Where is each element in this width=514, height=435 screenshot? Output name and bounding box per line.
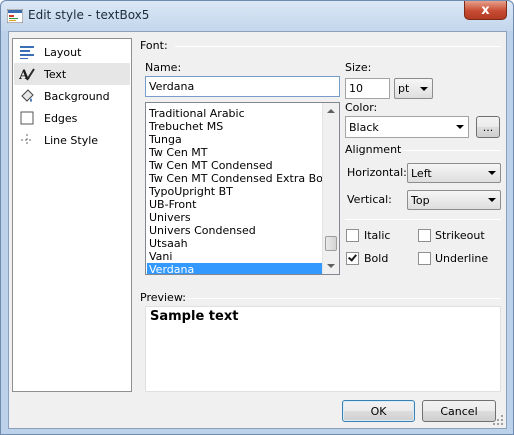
- font-list-scrollbar[interactable]: [322, 103, 339, 274]
- list-item[interactable]: TypoUpright BT: [147, 185, 323, 198]
- size-label: Size:: [345, 61, 372, 74]
- preview-area: Sample text: [145, 306, 501, 392]
- size-unit-select[interactable]: pt: [394, 78, 433, 99]
- preview-text: Sample text: [150, 309, 239, 324]
- color-picker-label: ...: [482, 120, 494, 134]
- title-bar[interactable]: Edit style - textBox5 x: [1, 1, 513, 31]
- strikeout-checkbox[interactable]: [418, 229, 431, 242]
- font-group-label: Font:: [140, 39, 168, 52]
- dialog-window: Edit style - textBox5 x Layout A Text Ba…: [0, 0, 514, 435]
- font-list[interactable]: Traditional Arabic Trebuchet MS Tunga Tw…: [145, 102, 340, 275]
- italic-checkbox[interactable]: [346, 229, 359, 242]
- line-style-icon: [19, 132, 35, 148]
- nav-item-background[interactable]: Background: [14, 85, 130, 107]
- chevron-down-icon: [456, 125, 464, 129]
- underline-checkbox[interactable]: [418, 252, 431, 265]
- list-item[interactable]: Tw Cen MT Condensed Extra Bold: [147, 172, 333, 185]
- vertical-value: Top: [411, 193, 430, 207]
- list-item[interactable]: Traditional Arabic: [147, 107, 323, 120]
- list-item[interactable]: Utsaah: [147, 237, 323, 250]
- bold-label[interactable]: Bold: [364, 252, 388, 265]
- window-title: Edit style - textBox5: [28, 8, 150, 22]
- nav-label-line-style: Line Style: [44, 133, 99, 147]
- style-divider: [345, 219, 501, 220]
- layout-icon: [19, 44, 35, 60]
- nav-label-background: Background: [44, 89, 110, 103]
- background-icon: [19, 88, 35, 104]
- preview-divider: [184, 298, 501, 299]
- horizontal-alignment-select[interactable]: Left: [407, 163, 501, 183]
- chevron-down-icon: [488, 198, 496, 202]
- color-value: Black: [349, 120, 379, 134]
- ok-button[interactable]: OK: [342, 400, 415, 422]
- scroll-down-icon[interactable]: [327, 264, 335, 268]
- scroll-thumb[interactable]: [325, 236, 337, 251]
- font-group-divider: [175, 46, 501, 47]
- vertical-alignment-select[interactable]: Top: [407, 190, 501, 210]
- app-icon: [6, 8, 24, 24]
- nav-item-text[interactable]: A Text: [14, 63, 130, 85]
- dialog-client: Layout A Text Background Edges Line Styl…: [8, 31, 507, 429]
- checkmark-icon: [348, 252, 357, 262]
- font-size-input[interactable]: 10: [345, 78, 390, 99]
- size-unit-value: pt: [398, 82, 410, 95]
- list-item[interactable]: Tunga: [147, 133, 323, 146]
- nav-item-line-style[interactable]: Line Style: [14, 129, 130, 151]
- chevron-down-icon: [488, 171, 496, 175]
- resize-grip-icon[interactable]: [493, 415, 504, 426]
- text-icon: A: [18, 66, 35, 83]
- color-label: Color:: [345, 101, 378, 114]
- strikeout-label[interactable]: Strikeout: [435, 229, 485, 242]
- alignment-group-label: Alignment: [345, 143, 402, 156]
- alignment-divider: [399, 150, 501, 151]
- edges-icon: [19, 110, 35, 126]
- list-item[interactable]: Vani: [147, 250, 323, 263]
- chevron-down-icon: [420, 86, 428, 91]
- list-item-selected[interactable]: Verdana: [147, 263, 323, 274]
- scroll-up-icon[interactable]: [327, 109, 335, 113]
- list-item[interactable]: Tw Cen MT Condensed: [147, 159, 323, 172]
- category-list: Layout A Text Background Edges Line Styl…: [12, 38, 132, 392]
- list-item[interactable]: Trebuchet MS: [147, 120, 323, 133]
- underline-label[interactable]: Underline: [435, 252, 488, 265]
- bold-checkbox[interactable]: [346, 252, 359, 265]
- font-name-input[interactable]: Verdana: [145, 76, 340, 97]
- cancel-button[interactable]: Cancel: [422, 400, 496, 422]
- svg-text:A: A: [19, 68, 30, 82]
- close-icon: x: [481, 2, 490, 18]
- preview-label: Preview:: [140, 291, 186, 304]
- nav-item-edges[interactable]: Edges: [14, 107, 130, 129]
- nav-label-text: Text: [44, 67, 67, 81]
- close-button[interactable]: x: [464, 1, 507, 20]
- list-item[interactable]: UB-Front: [147, 198, 323, 211]
- horizontal-label: Horizontal:: [347, 166, 407, 179]
- list-item[interactable]: Univers Condensed: [147, 224, 323, 237]
- color-picker-button[interactable]: ...: [476, 116, 500, 138]
- list-item[interactable]: Univers: [147, 211, 323, 224]
- vertical-label: Vertical:: [347, 193, 392, 206]
- list-item[interactable]: Tw Cen MT: [147, 146, 323, 159]
- nav-item-layout[interactable]: Layout: [14, 41, 130, 63]
- italic-label[interactable]: Italic: [364, 229, 390, 242]
- color-select[interactable]: Black: [345, 116, 469, 138]
- name-label: Name:: [145, 61, 182, 74]
- nav-label-edges: Edges: [44, 111, 78, 125]
- nav-label-layout: Layout: [44, 45, 82, 59]
- horizontal-value: Left: [411, 166, 432, 180]
- ok-label: OK: [370, 404, 387, 418]
- cancel-label: Cancel: [440, 404, 478, 418]
